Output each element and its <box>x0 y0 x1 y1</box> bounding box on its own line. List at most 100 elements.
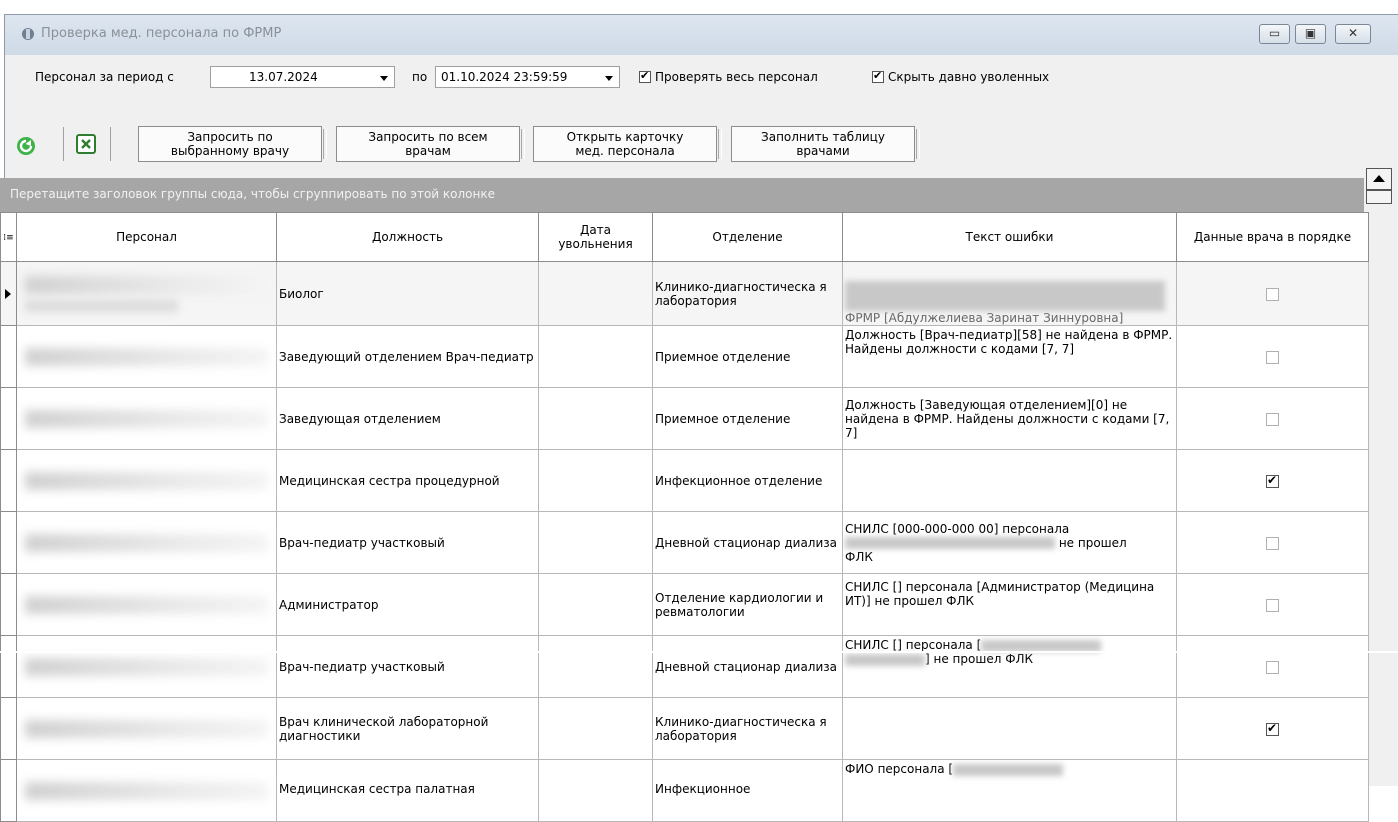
data-ok-cell[interactable] <box>1176 573 1369 636</box>
minimize-button[interactable]: ▭ <box>1259 24 1290 44</box>
row-indicator[interactable] <box>0 759 17 822</box>
date-from-picker[interactable]: 13.07.2024 <box>210 66 395 88</box>
refresh-icon[interactable] <box>16 136 36 156</box>
fired-date-cell[interactable] <box>538 387 653 450</box>
position-cell[interactable]: Врач-педиатр участковый <box>276 511 539 574</box>
data-ok-checkbox[interactable] <box>1266 350 1279 364</box>
row-indicator[interactable] <box>0 511 17 574</box>
row-indicator[interactable] <box>0 635 17 698</box>
chevron-down-icon[interactable] <box>601 71 617 85</box>
column-header-data-ok[interactable]: Данные врача в порядке <box>1176 212 1369 262</box>
fired-date-cell[interactable] <box>538 325 653 388</box>
data-ok-cell[interactable] <box>1176 635 1369 698</box>
data-ok-checkbox[interactable] <box>1266 660 1279 674</box>
staff-name-cell[interactable] <box>16 635 277 698</box>
row-indicator[interactable] <box>0 449 17 512</box>
department-cell[interactable]: Приемное отделение <box>652 387 843 450</box>
data-ok-cell[interactable] <box>1176 697 1369 760</box>
staff-name-cell[interactable] <box>16 325 277 388</box>
data-ok-checkbox[interactable] <box>1266 598 1279 612</box>
staff-name-cell[interactable] <box>16 511 277 574</box>
position-cell[interactable]: Заведующий отделением Врач-педиатр <box>276 325 539 388</box>
data-ok-checkbox[interactable] <box>1266 287 1279 301</box>
table-row[interactable]: Медицинская сестра палатная Инфекционное… <box>0 759 1369 822</box>
row-indicator[interactable] <box>0 261 17 326</box>
chevron-down-icon[interactable] <box>376 71 392 85</box>
position-cell[interactable]: Врач клинической лабораторной диагностик… <box>276 697 539 760</box>
group-by-panel[interactable]: Перетащите заголовок группы сюда, чтобы … <box>0 178 1364 212</box>
data-ok-cell[interactable] <box>1176 759 1369 822</box>
error-text-cell[interactable] <box>842 449 1177 512</box>
data-ok-checkbox[interactable] <box>1266 473 1279 488</box>
maximize-button[interactable]: ▣ <box>1295 24 1326 44</box>
close-button[interactable]: ✕ <box>1335 24 1371 44</box>
fill-table-button[interactable]: Заполнить таблицу врачами <box>731 126 920 162</box>
table-row[interactable]: Врач клинической лабораторной диагностик… <box>0 697 1369 760</box>
error-text-cell[interactable] <box>842 697 1177 760</box>
staff-name-cell[interactable] <box>16 387 277 450</box>
fired-date-cell[interactable] <box>538 449 653 512</box>
position-cell[interactable]: Врач-педиатр участковый <box>276 635 539 698</box>
column-header-position[interactable]: Должность <box>276 212 539 262</box>
error-text-cell[interactable]: Должность [Заведующая отделением][0] не … <box>842 387 1177 450</box>
data-ok-checkbox[interactable] <box>1266 536 1279 550</box>
table-row[interactable]: Заведующий отделением Врач-педиатр Прием… <box>0 325 1369 388</box>
error-text-cell[interactable]: Должность [Врач-педиатр][58] не найдена … <box>842 325 1177 388</box>
department-cell[interactable]: Инфекционное отделение <box>652 449 843 512</box>
department-cell[interactable]: Клинико-диагностическа я лаборатория <box>652 697 843 760</box>
fired-date-cell[interactable] <box>538 697 653 760</box>
department-cell[interactable]: Инфекционное <box>652 759 843 822</box>
data-ok-cell[interactable] <box>1176 387 1369 450</box>
error-text-cell[interactable]: ФИО персонала [ <box>842 759 1177 822</box>
department-cell[interactable]: Дневной стационар диализа <box>652 635 843 698</box>
table-row[interactable]: Врач-педиатр участковый Дневной стациона… <box>0 511 1369 574</box>
staff-name-cell[interactable] <box>16 261 277 326</box>
error-text-cell[interactable]: ФРМР [Абдулжелиева Заринат Зиннуровна] <box>842 261 1177 326</box>
data-ok-cell[interactable] <box>1176 449 1369 512</box>
position-cell[interactable]: Медицинская сестра процедурной <box>276 449 539 512</box>
row-indicator[interactable] <box>0 387 17 450</box>
column-chooser[interactable]: ⁞≡ <box>0 212 17 262</box>
position-cell[interactable]: Администратор <box>276 573 539 636</box>
scroll-up-button[interactable] <box>1366 168 1392 190</box>
error-text-cell[interactable]: СНИЛС [] персонала [ ] не прошел ФЛК <box>842 635 1177 698</box>
department-cell[interactable]: Дневной стационар диализа <box>652 511 843 574</box>
table-row[interactable]: Медицинская сестра процедурной Инфекцион… <box>0 449 1369 512</box>
table-row[interactable]: Биолог Клинико-диагностическа я лаборато… <box>0 261 1369 326</box>
column-header-error-text[interactable]: Текст ошибки <box>842 212 1177 262</box>
fired-date-cell[interactable] <box>538 759 653 822</box>
staff-name-cell[interactable] <box>16 449 277 512</box>
hide-fired-checkbox[interactable] <box>872 69 884 83</box>
open-staff-card-button[interactable]: Открыть карточку мед. персонала <box>533 126 722 162</box>
department-cell[interactable]: Отделение кардиологии и ревматологии <box>652 573 843 636</box>
staff-name-cell[interactable] <box>16 573 277 636</box>
table-row[interactable]: Администратор Отделение кардиологии и ре… <box>0 573 1369 636</box>
department-cell[interactable]: Приемное отделение <box>652 325 843 388</box>
row-indicator[interactable] <box>0 325 17 388</box>
vertical-scrollbar[interactable] <box>1366 190 1392 204</box>
fired-date-cell[interactable] <box>538 261 653 326</box>
position-cell[interactable]: Биолог <box>276 261 539 326</box>
row-indicator[interactable] <box>0 573 17 636</box>
error-text-cell[interactable]: СНИЛС [] персонала [Администратор (Медиц… <box>842 573 1177 636</box>
position-cell[interactable]: Медицинская сестра палатная <box>276 759 539 822</box>
error-text-cell[interactable]: СНИЛС [000-000-000 00] персонала не прош… <box>842 511 1177 574</box>
fired-date-cell[interactable] <box>538 511 653 574</box>
row-indicator[interactable] <box>0 697 17 760</box>
table-row[interactable]: Заведующая отделением Приемное отделение… <box>0 387 1369 450</box>
table-row[interactable]: Врач-педиатр участковый Дневной стациона… <box>0 635 1369 698</box>
fired-date-cell[interactable] <box>538 635 653 698</box>
position-cell[interactable]: Заведующая отделением <box>276 387 539 450</box>
column-header-department[interactable]: Отделение <box>652 212 843 262</box>
fired-date-cell[interactable] <box>538 573 653 636</box>
check-all-checkbox[interactable] <box>639 69 651 83</box>
column-header-fired-date[interactable]: Дата увольнения <box>538 212 653 262</box>
data-ok-cell[interactable] <box>1176 511 1369 574</box>
excel-icon[interactable] <box>76 134 96 154</box>
data-ok-cell[interactable] <box>1176 325 1369 388</box>
column-header-staff[interactable]: Персонал <box>16 212 277 262</box>
date-to-picker[interactable]: 01.10.2024 23:59:59 <box>435 66 620 88</box>
department-cell[interactable]: Клинико-диагностическа я лаборатория <box>652 261 843 326</box>
data-ok-checkbox[interactable] <box>1266 721 1279 736</box>
query-all-doctors-button[interactable]: Запросить по всем врачам <box>336 126 525 162</box>
